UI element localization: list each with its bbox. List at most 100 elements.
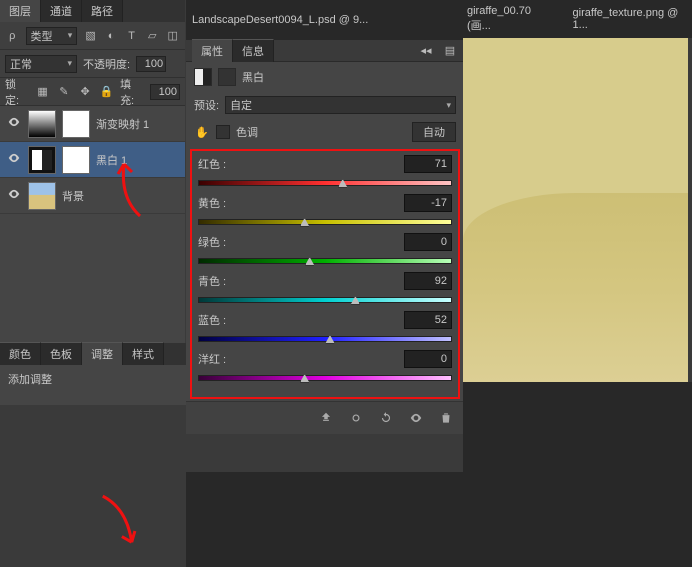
tint-row: ✋ 色调 自动 [186,118,464,146]
slider-green: 绿色 : 0 [198,233,452,266]
slider-label: 青色 : [198,273,226,289]
tint-label: 色调 [236,124,258,140]
slider-gradient [198,219,452,225]
tab-properties[interactable]: 属性 [192,39,233,62]
preset-dropdown[interactable]: 自定 ▾ [225,96,456,114]
doc-tab-a[interactable]: LandscapeDesert0094_L.psd @ 9... [192,14,368,26]
filter-shape-icon[interactable]: ▱ [145,28,160,44]
slider-value-input[interactable]: -17 [404,194,452,212]
annotation-arrow [96,486,147,556]
slider-value-input[interactable]: 92 [404,272,452,290]
lock-label: 锁定: [5,76,29,108]
collapse-icon[interactable]: ◂◂ [418,43,434,59]
slider-magenta: 洋红 : 0 [198,350,452,383]
reset-icon[interactable] [378,410,394,426]
slider-value-input[interactable]: 52 [404,311,452,329]
slider-label: 黄色 : [198,195,226,211]
panel-menu-icon[interactable]: ▤ [442,43,458,59]
mask-thumb [62,146,90,174]
tab-styles[interactable]: 样式 [123,342,164,365]
visibility-toggle[interactable] [6,115,22,132]
properties-panel: 属性 信息 ◂◂ ▤ 黑白 预设: 自定 ▾ ✋ 色调 自动 红色 : 71 黄色 … [186,40,464,434]
layers-list: 渐变映射 1 黑白 1 背景 [0,106,185,376]
tab-channels[interactable]: 通道 [41,0,82,22]
hand-icon[interactable]: ✋ [194,124,210,140]
slider-track[interactable] [198,332,452,344]
clip-icon[interactable] [318,410,334,426]
preset-row: 预设: 自定 ▾ [186,92,464,118]
lock-transparent-icon[interactable]: ▦ [35,84,50,100]
chevron-down-icon: ▾ [67,58,72,69]
auto-button[interactable]: 自动 [412,122,456,142]
blend-row: 正常 ▾ 不透明度: [0,50,185,78]
mask-mode-icon[interactable] [218,68,236,86]
slider-value-input[interactable]: 0 [404,233,452,251]
slider-gradient [198,336,452,342]
canvas-pasteboard [463,382,692,567]
lock-move-icon[interactable]: ✥ [78,84,93,100]
lower-panel: 颜色 色板 调整 样式 添加调整 [0,343,186,405]
properties-footer [186,401,464,434]
slider-track[interactable] [198,215,452,227]
trash-icon[interactable] [438,410,454,426]
visibility-toggle[interactable] [6,151,22,168]
lock-brush-icon[interactable]: ✎ [56,84,71,100]
layer-row[interactable]: 黑白 1 [0,142,185,178]
doc-tab-b[interactable]: giraffe_00.70 (画... [467,5,555,33]
layer-name: 渐变映射 1 [96,116,149,132]
layer-row[interactable]: 背景 [0,178,185,214]
slider-value-input[interactable]: 71 [404,155,452,173]
sliders-highlight: 红色 : 71 黄色 : -17 绿色 : 0 青色 : 92 蓝色 :52 洋红 : 0 [190,149,460,399]
tab-adjust[interactable]: 调整 [82,342,123,365]
tab-layers[interactable]: 图层 [0,0,41,22]
filter-adjust-icon[interactable]: ◐ [104,28,119,44]
toggle-visibility-icon[interactable] [408,410,424,426]
blend-mode-value: 正常 [10,56,32,72]
image-thumb [28,182,56,210]
opacity-input[interactable] [136,56,166,72]
mask-thumb [62,110,90,138]
slider-blue: 蓝色 :52 [198,311,452,344]
preset-label: 预设: [194,97,219,113]
tab-info[interactable]: 信息 [233,39,274,62]
canvas-preview[interactable] [463,38,688,382]
lock-all-icon[interactable]: 🔒 [99,84,114,100]
tab-swatch[interactable]: 色板 [41,342,82,365]
adjustment-title-row: 黑白 [186,62,464,92]
filter-text-icon[interactable]: T [124,28,139,44]
slider-track[interactable] [198,254,452,266]
slider-yellow: 黄色 : -17 [198,194,452,227]
adjustment-name: 黑白 [242,69,264,85]
slider-label: 绿色 : [198,234,226,250]
slider-cyan: 青色 : 92 [198,272,452,305]
visibility-toggle[interactable] [6,187,22,204]
slider-gradient [198,258,452,264]
layer-row[interactable]: 渐变映射 1 [0,106,185,142]
bw-adjust-icon [194,68,212,86]
adjustment-thumb [28,110,56,138]
chevron-down-icon: ▾ [68,30,73,41]
layer-name: 背景 [62,188,84,204]
slider-track[interactable] [198,371,452,383]
slider-label: 红色 : [198,156,226,172]
tab-color[interactable]: 颜色 [0,342,41,365]
search-icon: ρ [5,28,20,44]
slider-gradient [198,297,452,303]
slider-value-input[interactable]: 0 [404,350,452,368]
fill-input[interactable] [150,84,180,100]
filter-pixel-icon[interactable]: ▧ [83,28,98,44]
chevron-down-icon: ▾ [446,100,451,111]
view-previous-icon[interactable] [348,410,364,426]
slider-track[interactable] [198,176,452,188]
filter-smart-icon[interactable]: ◫ [165,28,180,44]
filter-type-dropdown[interactable]: 类型 ▾ [26,27,78,45]
blend-mode-dropdown[interactable]: 正常 ▾ [5,55,77,73]
prop-panel-tabs: 属性 信息 ◂◂ ▤ [186,40,464,62]
adjustment-thumb [28,146,56,174]
doc-tab-bar-right: giraffe_00.70 (画... giraffe_texture.png … [463,0,692,38]
slider-track[interactable] [198,293,452,305]
tab-paths[interactable]: 路径 [82,0,123,22]
slider-label: 洋红 : [198,351,226,367]
doc-tab-c[interactable]: giraffe_texture.png @ 1... [573,7,692,31]
tint-checkbox[interactable] [216,125,230,139]
